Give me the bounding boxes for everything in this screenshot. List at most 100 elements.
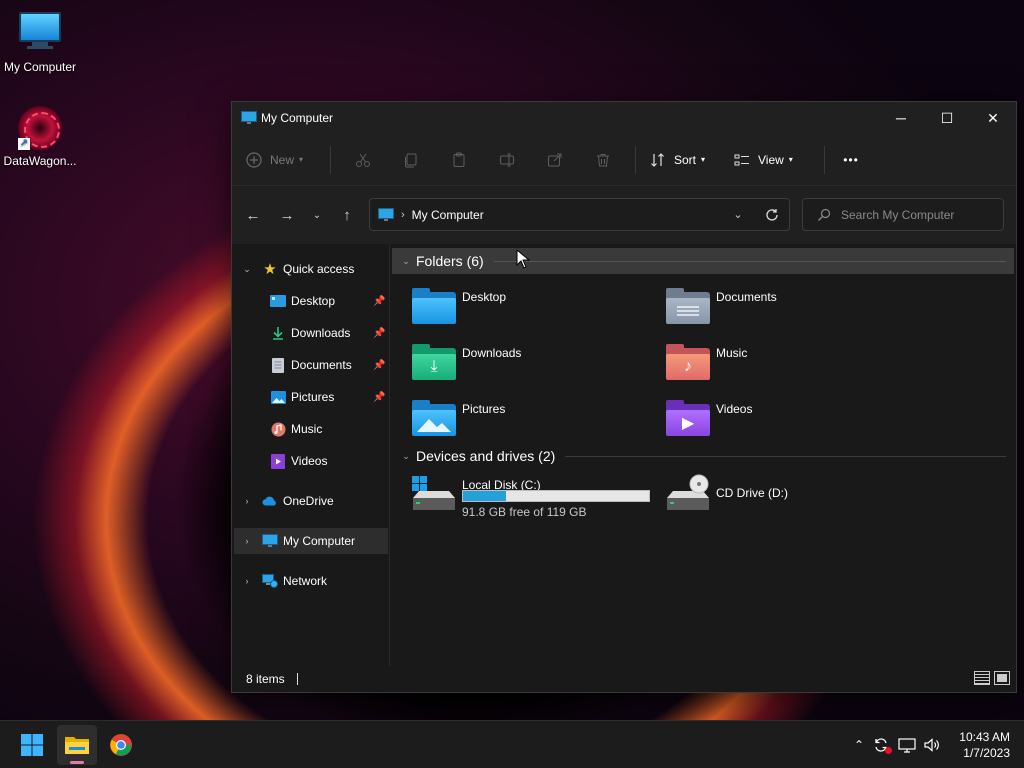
- item-count: 8 items: [246, 672, 285, 686]
- sidebar-item-pictures[interactable]: Pictures 📌: [232, 384, 388, 410]
- folder-label: Pictures: [462, 402, 506, 416]
- close-button[interactable]: ✕: [970, 102, 1016, 134]
- system-tray: ⌃: [850, 721, 944, 768]
- file-explorer-icon: [65, 737, 89, 754]
- sidebar-item-documents[interactable]: Documents 📌: [232, 352, 388, 378]
- datawagon-logo-icon: ↗: [18, 106, 62, 150]
- cut-button[interactable]: [339, 144, 387, 176]
- taskbar-chrome[interactable]: [101, 725, 141, 765]
- pin-icon: 📌: [373, 295, 386, 307]
- chevron-down-icon: ⌄: [402, 255, 410, 266]
- up-button[interactable]: ↑: [330, 200, 364, 230]
- search-icon: [818, 208, 831, 221]
- folder-downloads[interactable]: ⤓ Downloads: [412, 342, 662, 392]
- sidebar-item-music[interactable]: Music: [232, 416, 388, 442]
- address-bar[interactable]: › My Computer ⌄: [369, 198, 790, 231]
- chevron-down-icon: ▾: [788, 155, 793, 164]
- rename-button[interactable]: [483, 144, 531, 176]
- refresh-icon: [766, 208, 778, 221]
- back-button[interactable]: ←: [236, 200, 270, 230]
- sidebar-item-desktop[interactable]: Desktop 📌: [232, 288, 388, 314]
- group-divider: [493, 260, 1006, 262]
- folder-videos[interactable]: ▶ Videos: [666, 398, 916, 448]
- window-title: My Computer: [261, 111, 334, 125]
- sidebar-item-network[interactable]: › Network: [232, 568, 388, 594]
- desktop-icon-datawagon[interactable]: ↗ DataWagon...: [0, 106, 80, 168]
- sidebar-item-videos[interactable]: Videos: [232, 448, 388, 474]
- volume-icon[interactable]: [920, 737, 944, 753]
- music-folder-icon: ♪: [666, 342, 710, 382]
- maximize-button[interactable]: ☐: [924, 102, 970, 134]
- chevron-right-icon: ›: [401, 208, 405, 221]
- star-icon: ★: [263, 261, 277, 278]
- drives-group-header[interactable]: ⌄ Devices and drives (2): [392, 443, 1014, 469]
- sidebar-item-my-computer[interactable]: › My Computer: [234, 528, 388, 554]
- folder-music[interactable]: ♪ Music: [666, 342, 916, 392]
- sync-status-icon[interactable]: [868, 737, 894, 754]
- view-list-icon: [734, 154, 749, 165]
- desktop-folder-icon: [412, 286, 456, 326]
- folder-label: Music: [716, 346, 748, 360]
- title-bar[interactable]: My Computer ─ ☐ ✕: [232, 102, 1016, 134]
- desktop-icon-label: DataWagon...: [3, 154, 77, 168]
- network-status-icon[interactable]: [894, 737, 920, 753]
- folder-documents[interactable]: Documents: [666, 286, 916, 336]
- sidebar-item-label: Videos: [291, 454, 328, 468]
- refresh-button[interactable]: [755, 199, 789, 230]
- folder-pictures[interactable]: Pictures: [412, 398, 662, 448]
- drive-local-disk-c[interactable]: Local Disk (C:) 91.8 GB free of 119 GB: [412, 474, 662, 524]
- desktop-folder-icon: [270, 293, 286, 309]
- toolbar-divider: [824, 145, 825, 174]
- new-button[interactable]: New ▾: [246, 144, 322, 176]
- plus-circle-icon: [246, 151, 262, 168]
- sidebar-item-label: Desktop: [291, 294, 336, 308]
- forward-button[interactable]: →: [270, 200, 304, 230]
- large-icons-view-button[interactable]: [994, 671, 1010, 685]
- copy-button[interactable]: [387, 144, 435, 176]
- status-bar: 8 items: [232, 666, 1016, 692]
- view-button[interactable]: View ▾: [730, 144, 816, 176]
- sort-button[interactable]: Sort ▾: [644, 144, 730, 176]
- active-app-indicator: [70, 761, 84, 764]
- picture-icon: [270, 389, 286, 405]
- paste-button[interactable]: [435, 144, 483, 176]
- chevron-down-icon: ▾: [701, 155, 706, 164]
- sidebar-item-quick-access[interactable]: ⌄ ★ Quick access: [232, 256, 388, 282]
- taskbar-file-explorer[interactable]: [57, 725, 97, 765]
- details-view-button[interactable]: [974, 671, 990, 685]
- delete-button[interactable]: [579, 144, 627, 176]
- search-input[interactable]: [841, 207, 991, 222]
- taskbar-clock[interactable]: 10:43 AM 1/7/2023: [959, 729, 1010, 761]
- chevron-right-icon[interactable]: ›: [242, 536, 252, 546]
- minimize-button[interactable]: ─: [878, 102, 924, 134]
- chevron-right-icon[interactable]: ›: [242, 496, 252, 506]
- drive-usage-bar: [462, 490, 650, 502]
- chevron-right-icon[interactable]: ›: [242, 576, 252, 586]
- sidebar-item-label: Pictures: [291, 390, 335, 404]
- monitor-icon: [378, 207, 394, 221]
- pin-icon: 📌: [373, 391, 386, 403]
- share-button[interactable]: [531, 144, 579, 176]
- drive-cd-d[interactable]: CD Drive (D:): [666, 474, 916, 524]
- chevron-down-icon: ⌄: [312, 209, 322, 221]
- recent-locations-button[interactable]: ⌄: [304, 200, 330, 230]
- breadcrumb-my-computer[interactable]: My Computer: [412, 208, 484, 222]
- navigation-bar: ← → ⌄ ↑ › My Computer ⌄: [232, 186, 1016, 244]
- address-dropdown-button[interactable]: ⌄: [721, 208, 755, 221]
- share-icon: [548, 153, 562, 166]
- sidebar-item-onedrive[interactable]: › OneDrive: [232, 488, 388, 514]
- folder-desktop[interactable]: Desktop: [412, 286, 662, 336]
- show-hidden-icons-button[interactable]: ⌃: [850, 738, 868, 752]
- pictures-folder-icon: [412, 398, 456, 438]
- network-icon: [262, 573, 278, 589]
- group-title: Devices and drives (2): [416, 448, 556, 464]
- folders-group-header[interactable]: ⌄ Folders (6): [392, 248, 1014, 274]
- desktop-icon-my-computer[interactable]: My Computer: [0, 10, 80, 74]
- chevron-down-icon[interactable]: ⌄: [242, 264, 252, 275]
- more-options-button[interactable]: •••: [833, 144, 869, 176]
- sidebar-item-downloads[interactable]: Downloads 📌: [232, 320, 388, 346]
- mouse-cursor-icon: [516, 249, 530, 269]
- start-button[interactable]: [12, 725, 52, 765]
- search-box[interactable]: [802, 198, 1004, 231]
- pin-icon: 📌: [373, 359, 386, 371]
